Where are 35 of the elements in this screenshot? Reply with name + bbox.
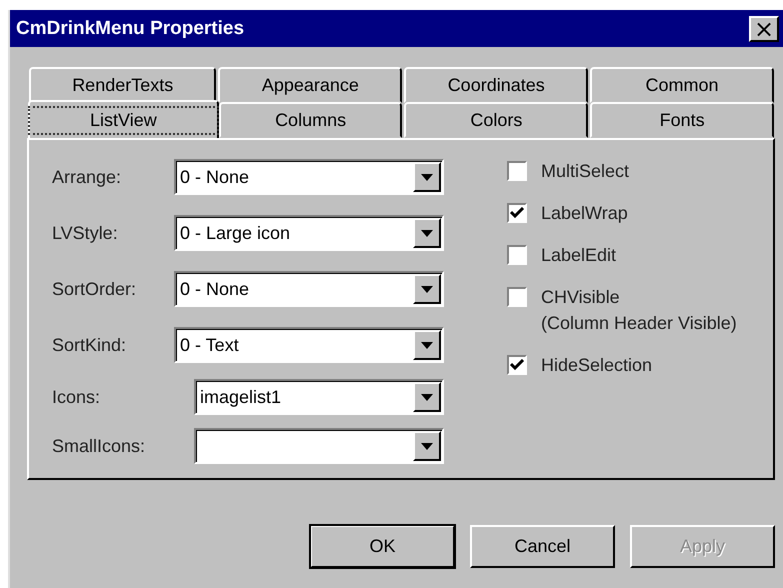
tab[interactable]: Coordinates (404, 67, 588, 103)
tab[interactable]: RenderTexts (29, 67, 216, 103)
tab[interactable]: Columns (218, 102, 402, 138)
field-label: Arrange: (52, 166, 122, 188)
tab[interactable]: Colors (404, 102, 588, 138)
tab[interactable]: Fonts (590, 102, 774, 138)
dropdown[interactable]: imagelist1 (194, 379, 444, 415)
field-label: SmallIcons: (52, 436, 146, 456)
tab[interactable]: Common (590, 67, 774, 103)
field-label: SortKind: (52, 334, 128, 356)
tab[interactable]: ListView (28, 100, 219, 138)
field-label: SortOrder: (52, 278, 138, 300)
checkbox-label: CHVisible (541, 286, 621, 308)
field-label: LVStyle: (52, 222, 119, 244)
checkbox-label: LabelEdit (541, 244, 616, 266)
checkbox-label: HideSelection (541, 354, 652, 376)
checkbox[interactable] (507, 287, 527, 307)
close-button[interactable]: × (749, 16, 779, 42)
dropdown[interactable]: 0 - None (174, 271, 444, 307)
checkbox[interactable] (507, 355, 527, 375)
dialog-button[interactable]: OK (310, 525, 455, 568)
field-label: Icons: (52, 386, 102, 408)
checkbox[interactable] (507, 245, 527, 265)
dialog-button[interactable]: Cancel (470, 525, 615, 568)
dropdown[interactable] (194, 428, 444, 464)
checkbox-label: LabelWrap (541, 202, 628, 224)
checkbox[interactable] (507, 203, 527, 223)
checkbox-note: (Column Header Visible) (541, 312, 737, 334)
checkbox[interactable] (507, 161, 527, 181)
dropdown[interactable]: 0 - None (174, 159, 444, 195)
window-title: CmDrinkMenu Properties (16, 18, 244, 40)
dropdown[interactable]: 0 - Text (174, 327, 444, 363)
tab[interactable]: Appearance (218, 67, 402, 103)
checkbox-label: MultiSelect (541, 160, 630, 182)
dropdown[interactable]: 0 - Large icon (174, 215, 444, 251)
